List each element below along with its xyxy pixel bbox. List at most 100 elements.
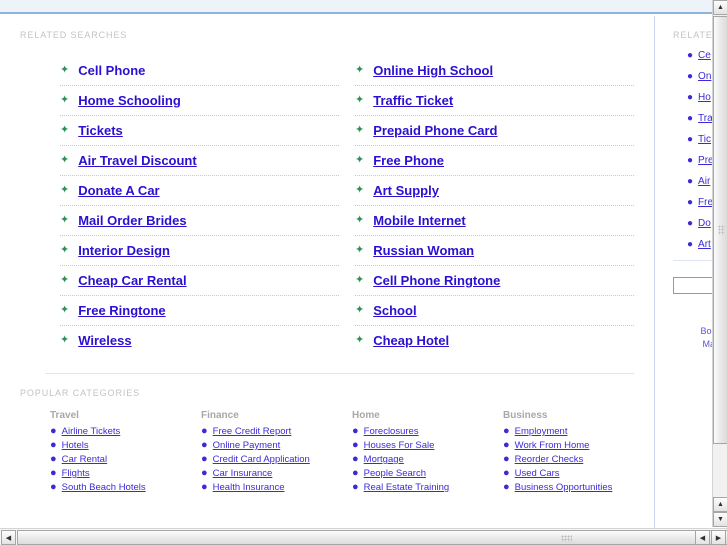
related-search-link[interactable]: Mail Order Brides (78, 213, 186, 228)
category-link[interactable]: Free Credit Report (213, 426, 292, 437)
related-search-link[interactable]: Interior Design (78, 243, 170, 258)
bullet-icon: ● (201, 467, 208, 479)
arrow-bullet-icon: ✦ (355, 214, 365, 226)
related-search-link[interactable]: Free Ringtone (78, 303, 165, 318)
list-item: ● Credit Card Application (201, 454, 342, 466)
category-group-title: Business (503, 410, 548, 421)
content-row: RELATED SEARCHES ✦ Cell Phone ✦ Online High… (0, 16, 712, 528)
category-link[interactable]: Credit Card Application (213, 454, 310, 465)
related-search-link[interactable]: Mobile Internet (373, 213, 465, 228)
list-item: ● Tra (687, 113, 712, 124)
related-search-link[interactable]: Cheap Car Rental (78, 273, 186, 288)
related-search-link[interactable]: Tickets (78, 123, 123, 138)
category-link[interactable]: South Beach Hotels (62, 482, 146, 493)
sidebar-related-link[interactable]: Air (698, 176, 710, 187)
sidebar-related-link[interactable]: On (698, 71, 711, 82)
related-search-link[interactable]: Online High School (373, 63, 493, 78)
sidebar-related-link[interactable]: Art (698, 239, 711, 250)
related-search-row: ✦ Russian Woman (355, 236, 634, 266)
related-search-link[interactable]: Prepaid Phone Card (373, 123, 497, 138)
related-search-link[interactable]: Traffic Ticket (373, 93, 453, 108)
related-search-row: ✦ Free Ringtone (60, 296, 339, 326)
category-link[interactable]: Foreclosures (364, 426, 419, 437)
related-search-link[interactable]: Free Phone (373, 153, 444, 168)
related-search-link[interactable]: Air Travel Discount (78, 153, 196, 168)
scroll-left-button-right[interactable]: ◀ (695, 530, 710, 545)
category-link[interactable]: Car Rental (62, 454, 107, 465)
arrow-bullet-icon: ✦ (60, 94, 70, 106)
vertical-scrollbar[interactable]: ▲ ▲ ▼ (712, 0, 727, 527)
sidebar-search-input[interactable] (673, 277, 712, 294)
scroll-right-button[interactable]: ▶ (711, 530, 726, 545)
list-item: ● South Beach Hotels (50, 482, 191, 494)
arrow-bullet-icon: ✦ (60, 334, 70, 346)
category-link[interactable]: Flights (62, 468, 90, 479)
horizontal-scrollbar-thumb[interactable] (17, 530, 727, 545)
arrow-bullet-icon: ✦ (355, 304, 365, 316)
related-search-link[interactable]: Cell Phone Ringtone (373, 273, 500, 288)
main-column: RELATED SEARCHES ✦ Cell Phone ✦ Online High… (0, 16, 655, 528)
bullet-icon: ● (50, 425, 57, 437)
related-search-link[interactable]: Cheap Hotel (373, 333, 449, 348)
category-link[interactable]: Houses For Sale (364, 440, 435, 451)
arrow-bullet-icon: ✦ (60, 274, 70, 286)
sidebar-related-link[interactable]: Pre (698, 155, 712, 166)
list-item: ● Art (687, 239, 712, 250)
arrow-bullet-icon: ✦ (60, 124, 70, 136)
category-group-title: Travel (50, 410, 79, 421)
category-link[interactable]: Hotels (62, 440, 89, 451)
related-search-row: ✦ Donate A Car (60, 176, 339, 206)
category-link[interactable]: Airline Tickets (62, 426, 121, 437)
related-search-row: ✦ Online High School (355, 56, 634, 86)
sidebar-action-link[interactable]: Bookmark (673, 326, 712, 336)
arrow-bullet-icon: ✦ (355, 64, 365, 76)
sidebar-related-link[interactable]: Fre (698, 197, 712, 208)
scroll-up-button-lower[interactable]: ▲ (713, 497, 727, 512)
list-item: ● Tic (687, 134, 712, 145)
sidebar-action-link[interactable]: Make this (673, 339, 712, 349)
category-link[interactable]: Health Insurance (213, 482, 285, 493)
sidebar-related-link[interactable]: Tra (698, 113, 712, 124)
related-search-link[interactable]: Wireless (78, 333, 131, 348)
category-link[interactable]: Work From Home (515, 440, 590, 451)
sidebar-related-link[interactable]: Do (698, 218, 711, 229)
bullet-icon: ● (687, 50, 694, 61)
sidebar-related-link[interactable]: Ho (698, 92, 711, 103)
category-link[interactable]: Used Cars (515, 468, 560, 479)
category-link[interactable]: Mortgage (364, 454, 404, 465)
list-item: ● Houses For Sale (352, 440, 493, 452)
sidebar-column: RELATED ● Ce ● On ● Ho ● Tra ● Tic ● Pre ● Air ● Fre ● Do… (655, 16, 712, 528)
category-link-list: ● Free Credit Report ● Online Payment ● Credi… (201, 426, 342, 494)
sidebar-related-link[interactable]: Ce (698, 50, 711, 61)
list-item: ● Pre (687, 155, 712, 166)
category-group-title: Finance (201, 410, 239, 421)
scroll-up-button[interactable]: ▲ (713, 0, 727, 15)
scroll-down-button[interactable]: ▼ (713, 512, 727, 527)
category-link[interactable]: Online Payment (213, 440, 281, 451)
category-link[interactable]: People Search (364, 468, 426, 479)
sidebar-heading: RELATED (673, 30, 712, 40)
popular-categories-heading: POPULAR CATEGORIES (20, 388, 141, 398)
related-search-link[interactable]: Home Schooling (78, 93, 181, 108)
category-link[interactable]: Real Estate Training (364, 482, 450, 493)
related-search-link[interactable]: Donate A Car (78, 183, 159, 198)
bullet-icon: ● (352, 425, 359, 437)
related-search-link[interactable]: Cell Phone (78, 63, 145, 78)
category-link[interactable]: Reorder Checks (515, 454, 584, 465)
related-search-link[interactable]: School (373, 303, 416, 318)
scroll-left-button[interactable]: ◀ (1, 530, 16, 545)
related-searches-grid: ✦ Cell Phone ✦ Online High School ✦ Home Scho… (0, 56, 654, 355)
sidebar-related-link[interactable]: Tic (698, 134, 711, 145)
popular-categories-grid: Travel ● Airline Tickets ● Hotels ● Car Rental… (0, 410, 654, 496)
related-search-row: ✦ Home Schooling (60, 86, 339, 116)
page-header-strip (0, 0, 712, 14)
vertical-scrollbar-thumb[interactable] (713, 16, 727, 444)
related-search-link[interactable]: Russian Woman (373, 243, 474, 258)
horizontal-scrollbar[interactable]: ◀ ◀ ▶ (0, 528, 727, 545)
scrollbar-grip-icon (718, 225, 725, 235)
category-link[interactable]: Business Opportunities (515, 482, 613, 493)
category-link[interactable]: Car Insurance (213, 468, 273, 479)
bullet-icon: ● (503, 425, 510, 437)
category-link[interactable]: Employment (515, 426, 568, 437)
related-search-link[interactable]: Art Supply (373, 183, 439, 198)
